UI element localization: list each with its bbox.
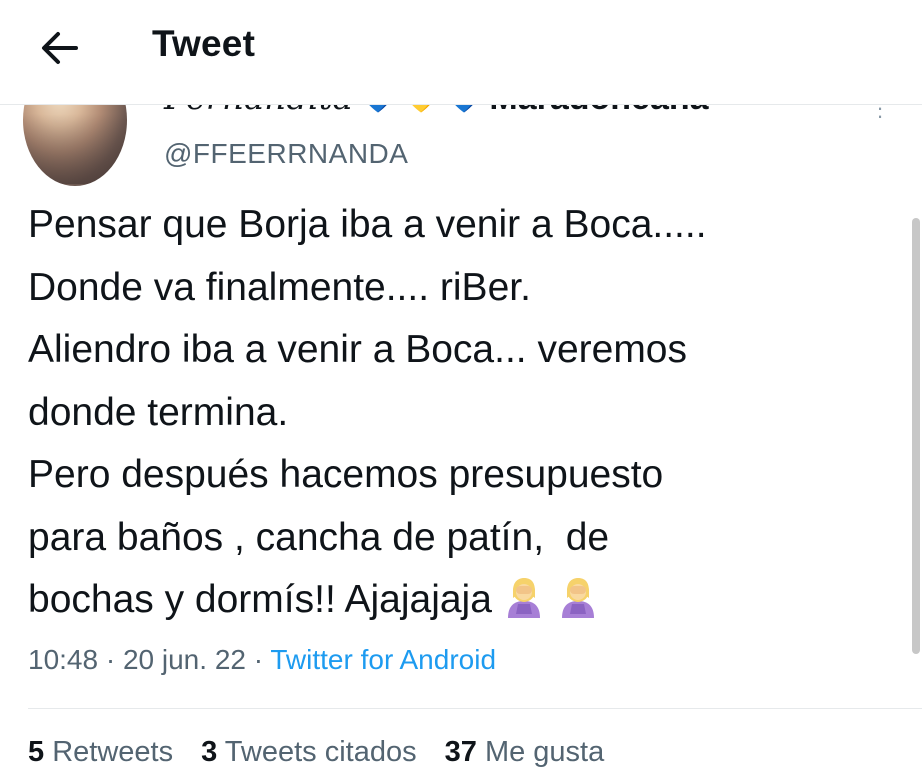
meta-separator: · <box>98 644 123 675</box>
tweet-text-line: Pensar que Borja iba a venir a Boca..... <box>28 203 707 246</box>
tweet-text-line: Aliendro iba a venir a Boca... veremos <box>28 328 688 371</box>
tweet-meta: 10:48 · 20 jun. 22 · Twitter for Android <box>28 644 496 676</box>
likes-count: 37 <box>444 736 477 768</box>
avatar-photo-shade <box>23 114 127 184</box>
tweet-time[interactable]: 10:48 <box>28 644 98 675</box>
tweet-text-line: donde termina. <box>28 390 289 434</box>
tweet-text-line: Donde va finalmente.... riBer. <box>28 265 531 309</box>
woman-facepalming-icon <box>507 578 540 618</box>
tweet-body: Pensar que Borja iba a venir a Boca.....… <box>28 194 898 632</box>
tweet-stats: 5 Retweets 3 Tweets citados 37 Me gusta <box>28 736 604 769</box>
retweets-stat[interactable]: 5 Retweets <box>28 736 173 769</box>
tweet-text-line: bochas y dormís!! Ajajajaja <box>28 578 492 621</box>
meta-separator: · <box>245 644 271 675</box>
tweet-source-link[interactable]: Twitter for Android <box>270 644 496 675</box>
top-app-bar: Tweet <box>0 0 922 105</box>
likes-stat[interactable]: 37 Me gusta <box>445 736 605 769</box>
scrollbar[interactable] <box>912 218 920 654</box>
quotes-count: 3 <box>201 736 218 768</box>
user-handle[interactable]: @FFEERRNANDA <box>164 138 408 170</box>
retweets-count: 5 <box>28 736 45 768</box>
retweets-label: Retweets <box>52 736 174 768</box>
woman-facepalming-icon <box>561 578 594 618</box>
tweet-text-line: Pero después hacemos presupuesto <box>28 453 664 496</box>
quotes-stat[interactable]: 3 Tweets citados <box>201 736 417 769</box>
divider <box>28 708 922 709</box>
tweet-text-line: para baños , cancha de patín, de <box>28 515 610 559</box>
tweet-date[interactable]: 20 jun. 22 <box>123 644 246 675</box>
page-title: Tweet <box>152 23 256 64</box>
tweet-detail-screen: Fernandita 💙 💛 💙 Maradoneana @FFEERRNAND… <box>0 0 922 778</box>
tweet-text-line-last: bochas y dormís!! Ajajajaja <box>28 569 898 632</box>
arrow-left-icon <box>42 32 78 64</box>
back-button[interactable] <box>30 20 90 76</box>
quotes-label: Tweets citados <box>224 736 417 768</box>
likes-label: Me gusta <box>484 736 605 768</box>
